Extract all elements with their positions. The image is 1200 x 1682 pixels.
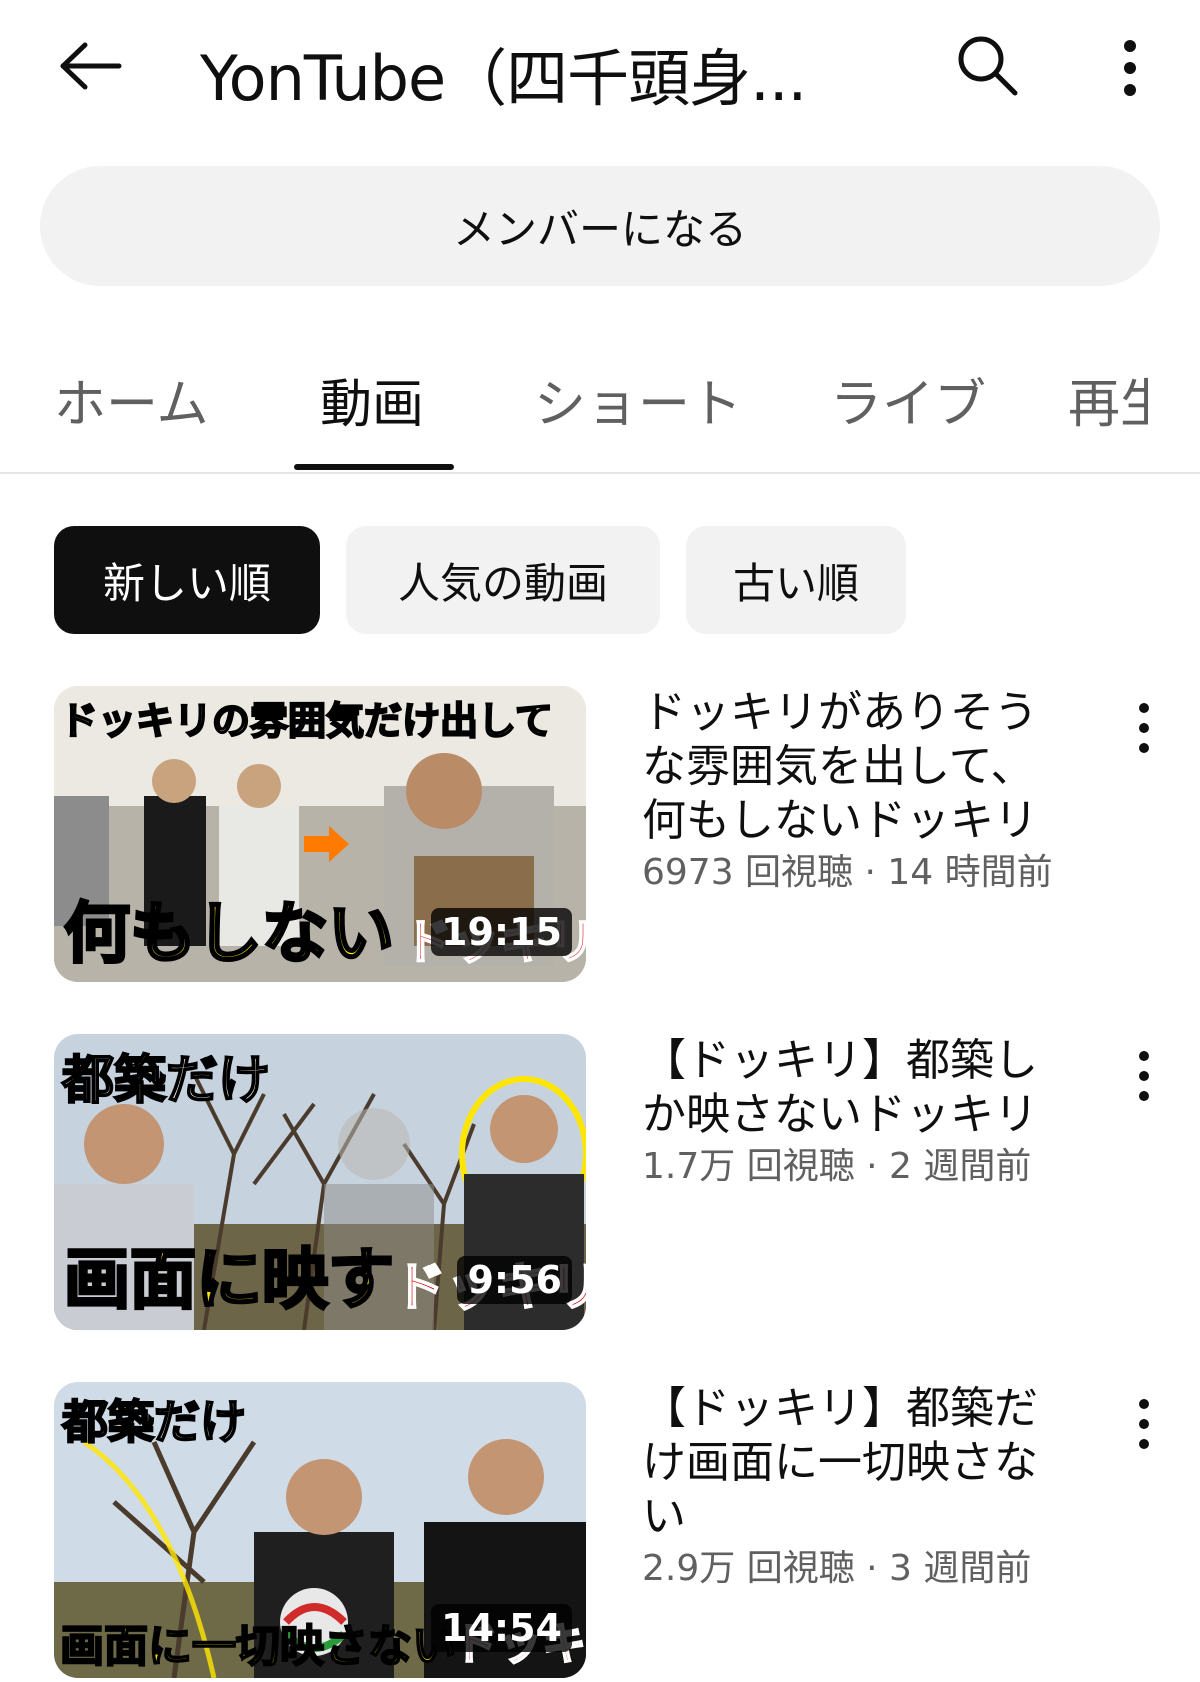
tab-home[interactable]: ホーム	[54, 362, 208, 437]
video-thumbnail[interactable]: 都築だけ 画面に一切映さない ドッキリ 14:54	[54, 1382, 586, 1678]
thumbnail-bottom-text: 画面に映す	[63, 1239, 396, 1320]
thumbnail-bottom-text: 何もしない	[63, 893, 396, 974]
video-title-block[interactable]: ドッキリがありそう な雰囲気を出して、 何もしないドッキリ 6973 回視聴 ·…	[642, 686, 1072, 898]
chip-newest[interactable]: 新しい順	[54, 526, 320, 634]
video-title-line: 何もしないドッキリ	[642, 795, 1038, 846]
channel-tabs: ホーム 動画 ショート ライブ 再生	[0, 340, 1200, 474]
thumbnail-top-text: 都築だけ	[61, 1049, 271, 1112]
video-title-line: け画面に一切映さな	[642, 1437, 1038, 1488]
chip-popular[interactable]: 人気の動画	[346, 526, 660, 634]
search-button[interactable]	[948, 26, 1028, 106]
more-vert-icon	[1124, 40, 1136, 96]
video-title-line: 【ドッキリ】都築だ	[642, 1383, 1038, 1434]
video-duration: 9:56	[457, 1256, 572, 1304]
video-title-block[interactable]: 【ドッキリ】都築し か映さないドッキリ 1.7万 回視聴 · 2 週間前	[642, 1034, 1072, 1192]
video-title-line: い	[642, 1491, 686, 1542]
video-duration: 14:54	[431, 1604, 572, 1652]
active-tab-indicator	[294, 464, 454, 470]
video-thumbnail[interactable]: ドッキリの雰囲気だけ出して 何もしない ドッキリ 19:15	[54, 686, 586, 982]
video-item[interactable]: 都築だけ 画面に一切映さない ドッキリ 14:54 【ドッキリ】都築だ け画面に…	[54, 1382, 1164, 1678]
more-vert-icon	[1139, 1399, 1149, 1449]
video-more-button[interactable]	[1124, 698, 1164, 758]
back-button[interactable]	[52, 28, 128, 104]
channel-title: YonTube（四千頭身...	[200, 42, 807, 115]
tab-live[interactable]: ライブ	[830, 362, 986, 437]
search-icon	[958, 36, 1018, 96]
video-thumbnail[interactable]: 都築だけ 画面に映す ドッキリ 9:56	[54, 1034, 586, 1330]
video-title-line: ドッキリがありそう	[642, 687, 1038, 738]
thumbnail-top-text: ドッキリの雰囲気だけ出して	[60, 697, 554, 744]
video-title-block[interactable]: 【ドッキリ】都築だ け画面に一切映さな い 2.9万 回視聴 · 3 週間前	[642, 1382, 1072, 1594]
video-item[interactable]: ドッキリの雰囲気だけ出して 何もしない ドッキリ 19:15 ドッキリがありそう…	[54, 686, 1164, 982]
arrow-left-icon	[60, 42, 122, 90]
chip-oldest[interactable]: 古い順	[686, 526, 906, 634]
video-meta: 2.9万 回視聴 · 3 週間前	[642, 1548, 1032, 1589]
tab-playlists[interactable]: 再生	[1068, 362, 1148, 437]
thumbnail-top-text: 都築だけ	[61, 1394, 247, 1450]
more-options-button[interactable]	[1110, 30, 1150, 106]
video-duration: 19:15	[431, 908, 572, 956]
more-vert-icon	[1139, 703, 1149, 753]
join-membership-button[interactable]: メンバーになる	[40, 166, 1160, 286]
video-more-button[interactable]	[1124, 1394, 1164, 1454]
video-title-line: な雰囲気を出して、	[642, 741, 1035, 792]
video-meta: 6973 回視聴 · 14 時間前	[642, 852, 1053, 893]
tab-videos[interactable]: 動画	[320, 362, 424, 437]
more-vert-icon	[1139, 1051, 1149, 1101]
tab-shorts[interactable]: ショート	[534, 362, 742, 437]
video-more-button[interactable]	[1124, 1046, 1164, 1106]
video-title-line: か映さないドッキリ	[642, 1089, 1038, 1140]
thumbnail-bottom-text: 画面に一切映さない	[59, 1620, 457, 1673]
video-item[interactable]: 都築だけ 画面に映す ドッキリ 9:56 【ドッキリ】都築し か映さないドッキリ…	[54, 1034, 1164, 1330]
video-title-line: 【ドッキリ】都築し	[642, 1035, 1038, 1086]
video-meta: 1.7万 回視聴 · 2 週間前	[642, 1146, 1032, 1187]
